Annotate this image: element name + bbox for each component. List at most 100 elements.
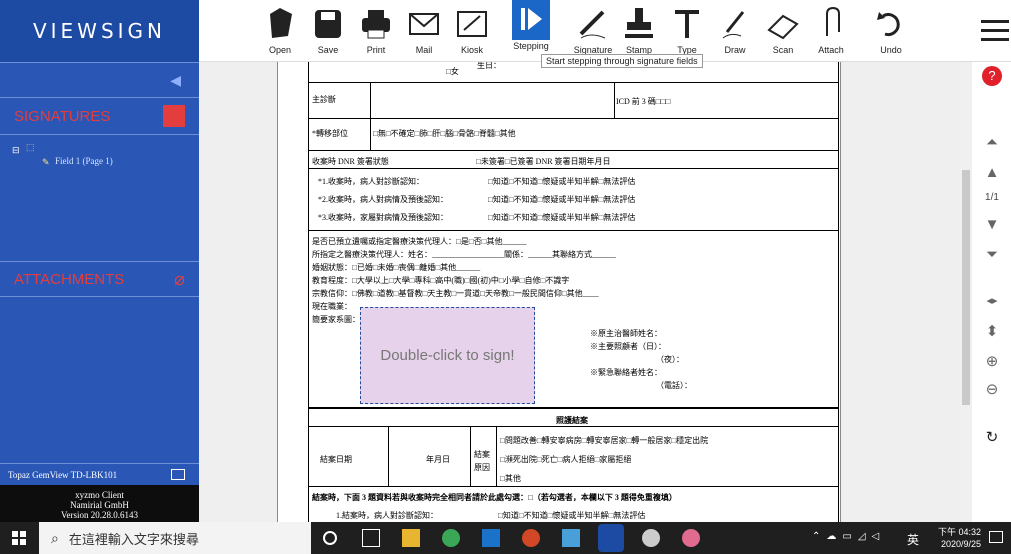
- ime-indicator[interactable]: 英: [907, 531, 919, 548]
- client-name: xyzmo Client: [75, 490, 124, 500]
- powerpoint-icon[interactable]: [522, 529, 540, 547]
- device-bar: Topaz GemView TD-LBK101: [0, 463, 199, 485]
- document-viewer: □女 生日： 主診斷 ICD 前 3 碼□□□ *轉移部位 □無□不確定□肺□肝…: [199, 62, 960, 522]
- save-button[interactable]: Save: [308, 6, 348, 55]
- emergency-contact: ※緊急聯絡者姓名：: [590, 368, 662, 377]
- q1-label: *1.收案時，病人對診斷認知：: [318, 177, 424, 186]
- type-icon: [675, 10, 699, 38]
- education: 教育程度：□大學以上□大學□專科□高中(職)□國(初)中□小學□自修□不識字: [312, 276, 570, 285]
- next-page-icon[interactable]: ▼: [982, 216, 1002, 233]
- proxy-name: 所指定之醫療決策代理人：姓名：__________________關係：____…: [312, 250, 616, 259]
- notification-icon[interactable]: [989, 531, 1003, 543]
- gender-option: □女: [446, 67, 459, 76]
- contact-phone: （電話）：: [656, 381, 692, 390]
- stamp-button[interactable]: Stamp: [619, 6, 659, 55]
- client-info: xyzmo Client Namirial GmbH Version 20.28…: [0, 485, 199, 522]
- religion: 宗教信仰：□佛教□道教□基督教□天主教□一貫道□天帝教□一般民間信仰□其他___…: [312, 289, 599, 298]
- prev-page-icon[interactable]: ▲: [982, 164, 1002, 181]
- fit-width-icon[interactable]: ◂▸: [982, 294, 1002, 307]
- scan-button[interactable]: Scan: [763, 6, 803, 55]
- client-company: Namirial GmbH: [70, 500, 129, 510]
- device-icon[interactable]: [171, 469, 185, 480]
- dnr-label: 收案時 DNR 簽署狀態: [312, 157, 389, 166]
- kiosk-button[interactable]: Kiosk: [452, 6, 492, 55]
- page-indicator: 1/1: [985, 192, 999, 203]
- proxy-question: 是否已預立遺囑或指定醫療決策代理人：□是□否□其他______: [312, 237, 527, 246]
- closing-date-value: 年月日: [426, 455, 450, 464]
- zoom-in-icon[interactable]: ⊕: [982, 352, 1002, 370]
- paperclip-icon[interactable]: ⌀: [174, 269, 185, 290]
- double-left-icon: ◀: [170, 71, 181, 88]
- stamp-icon: [625, 8, 653, 38]
- app-icon-1[interactable]: [642, 529, 660, 547]
- hamburger-menu-icon[interactable]: [981, 20, 1009, 41]
- app-icon-2[interactable]: [682, 529, 700, 547]
- signatures-header[interactable]: SIGNATURES: [0, 98, 199, 135]
- closing-title: 照護結案: [556, 416, 588, 425]
- windows-start-icon[interactable]: [12, 531, 26, 545]
- closing-date-label: 結案日期: [320, 455, 352, 464]
- draw-button[interactable]: Draw: [715, 6, 755, 55]
- taskbar-clock[interactable]: 下午 04:32 2020/9/25: [938, 526, 981, 550]
- left-panel: VIEWSIGN ◀ SIGNATURES ⊟ ⬚ ✎ Field 1 (Pag…: [0, 0, 199, 522]
- mail-icon: [409, 13, 439, 35]
- chrome-icon[interactable]: [442, 529, 460, 547]
- tray-icons[interactable]: ⌃☁▭◿◁: [812, 531, 885, 542]
- stepping-button[interactable]: Stepping: [511, 0, 551, 51]
- mail-button[interactable]: Mail: [404, 6, 444, 55]
- open-button[interactable]: Open: [260, 6, 300, 55]
- q2-options: □知道□不知道□懷疑或半知半解□無法評估: [488, 195, 636, 204]
- timeline-icon[interactable]: [362, 529, 380, 547]
- collapse-panel-button[interactable]: ◀: [0, 62, 199, 98]
- birth-label: 生日：: [477, 62, 501, 70]
- q3-label: *3.收案時，家屬對病情及預後認知：: [318, 213, 448, 222]
- closing-reason-label: 結案原因: [474, 450, 490, 472]
- attachments-header[interactable]: ATTACHMENTS ⌀: [0, 261, 199, 297]
- final-q1-label: 1.結案時，病人對診斷認知：: [336, 511, 438, 520]
- search-placeholder: 在這裡輸入文字來搜尋: [68, 531, 199, 547]
- closing-reason-1: □問題改善□轉安寧病房□轉安寧居家□轉一般居家□穩定出院: [500, 436, 709, 445]
- final-q1-options: □知道□不知道□懷疑或半知半解□無法評估: [498, 511, 646, 520]
- remote-desktop-icon[interactable]: [562, 529, 580, 547]
- outlook-icon[interactable]: [482, 529, 500, 547]
- signature-field[interactable]: Double-click to sign!: [360, 307, 535, 404]
- pen-icon: ✎: [42, 157, 50, 167]
- first-page-icon[interactable]: ⏶: [982, 134, 1002, 151]
- task-view-icon[interactable]: [323, 531, 337, 545]
- caregiver-day: ※主要照顧者（日）：: [590, 342, 666, 351]
- last-page-icon[interactable]: ⏷: [982, 246, 1002, 263]
- occupation: 現在職業：: [312, 302, 352, 311]
- fit-height-icon[interactable]: ⬍: [982, 322, 1002, 340]
- file-explorer-icon[interactable]: [402, 529, 420, 547]
- signature-icon: [579, 10, 606, 39]
- closing-note: 結案時，下面 3 題資料若與收案時完全相同者請於此處勾選：□（若勾選者，本欄以下…: [312, 493, 677, 502]
- document-page: □女 生日： 主診斷 ICD 前 3 碼□□□ *轉移部位 □無□不確定□肺□肝…: [277, 62, 841, 522]
- vertical-scrollbar[interactable]: [960, 62, 972, 522]
- stepping-icon: [512, 0, 550, 40]
- attach-button[interactable]: Attach: [811, 6, 851, 55]
- print-button[interactable]: Print: [356, 6, 396, 55]
- viewsign-taskbar-icon[interactable]: [598, 524, 624, 552]
- signature-button[interactable]: Signature: [573, 6, 613, 55]
- toolbar: Open Save Print Mail Kiosk Stepping Sign…: [199, 0, 1011, 62]
- help-icon[interactable]: ?: [982, 66, 1002, 86]
- undo-button[interactable]: Undo: [871, 6, 911, 55]
- scan-icon: [767, 14, 799, 40]
- type-button[interactable]: Type: [667, 6, 707, 55]
- scrollbar-thumb[interactable]: [962, 170, 970, 405]
- signature-add-icon[interactable]: [163, 105, 185, 127]
- signature-field-item[interactable]: Field 1 (Page 1): [55, 156, 113, 166]
- search-icon: ⌕: [51, 529, 59, 546]
- q1-options: □知道□不知道□懷疑或半知半解□無法評估: [488, 177, 636, 186]
- closing-reason-2: □瀕死出院□死亡□病人拒絕□家屬拒絕: [500, 455, 632, 464]
- rotate-icon[interactable]: ↻: [982, 428, 1002, 446]
- marital-status: 婚姻狀態：□已婚□未婚□喪偶□離婚□其他______: [312, 263, 481, 272]
- closing-reason-3: □其他: [500, 474, 521, 483]
- q3-options: □知道□不知道□懷疑或半知半解□無法評估: [488, 213, 636, 222]
- zoom-out-icon[interactable]: ⊖: [982, 380, 1002, 398]
- taskbar-search[interactable]: ⌕ 在這裡輸入文字來搜尋: [39, 522, 311, 554]
- viewsign-logo: VIEWSIGN: [0, 0, 199, 62]
- tree-toggle-icon[interactable]: ⊟: [12, 145, 20, 156]
- document-icon: ⬚: [26, 142, 35, 152]
- diagnosis-label: 主診斷: [312, 95, 336, 104]
